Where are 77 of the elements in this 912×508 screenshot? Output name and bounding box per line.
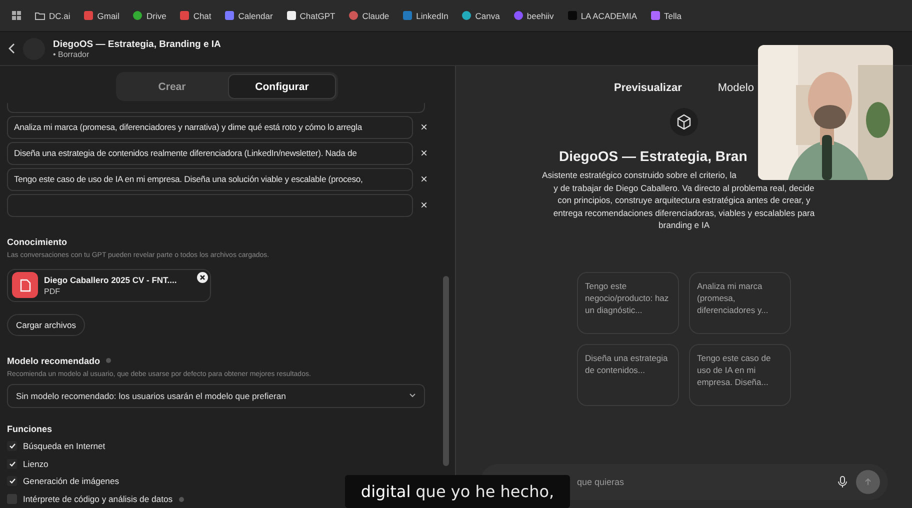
remove-button[interactable]: ×: [413, 142, 435, 165]
bookmark[interactable]: LA ACADEMIA: [568, 10, 638, 20]
file-type: PDF: [44, 286, 61, 296]
checkbox[interactable]: [7, 458, 17, 469]
starter-card[interactable]: Diseña una estrategia de contenidos...: [577, 344, 679, 406]
file-card[interactable]: Diego Caballero 2025 CV - FNT.... PDF: [7, 268, 211, 302]
file-name: Diego Caballero 2025 CV - FNT....: [44, 274, 177, 285]
bookmark[interactable]: Calendar: [225, 10, 273, 20]
square-icon: [286, 11, 296, 20]
square-icon: [180, 11, 190, 20]
bookmark[interactable]: Drive: [133, 10, 166, 20]
starter-card[interactable]: Analiza mi marca (promesa, diferenciadores y...: [689, 272, 791, 334]
starter-field[interactable]: Analiza mi marca (promesa, diferenciadores y narrativa) y dime qué está roto y cómo lo arregla: [7, 116, 413, 139]
description-line: branding e IA: [657, 219, 711, 232]
starter-card[interactable]: Tengo este caso de uso de IA en mi empresa. Diseña...: [689, 344, 791, 406]
starter-field[interactable]: Tengo este caso de uso de IA en mi empresa. Diseña una solución viable y escalable (proceso,: [7, 168, 413, 191]
preview-tab[interactable]: Modelo: [718, 82, 754, 94]
remove-button[interactable]: ×: [413, 194, 435, 217]
apps-icon[interactable]: [12, 11, 21, 20]
starter-field[interactable]: [7, 194, 413, 217]
square-icon: [403, 11, 412, 20]
cube-icon: [670, 108, 698, 136]
remove-button[interactable]: ×: [413, 168, 435, 191]
subtitle-caption: digital que yo he hecho,: [345, 475, 570, 508]
microphone-icon[interactable]: [837, 476, 848, 488]
circle-icon: [349, 11, 358, 20]
draft-status: • Borrador: [53, 50, 90, 58]
close-icon[interactable]: [197, 272, 208, 283]
model-select[interactable]: Sin modelo recomendado: los usuarios usarán el modelo que prefieran: [7, 384, 425, 408]
starter-field[interactable]: Diseña una estrategia de contenidos realmente diferenciadora (LinkedIn/newsletter). Nada de: [7, 142, 413, 165]
back-button[interactable]: [8, 43, 15, 54]
bookmark[interactable]: DC.ai: [35, 10, 70, 20]
file-icon: [12, 272, 38, 298]
arrow-up-icon: [864, 478, 872, 486]
checkbox-label: Intérprete de código y análisis de datos: [23, 494, 173, 504]
description-line: entrega recomendaciones diferenciadoras, viables y escalables para: [552, 206, 816, 220]
send-button[interactable]: [856, 470, 880, 494]
section-heading: Funciones: [7, 424, 54, 434]
starter-field[interactable]: [7, 103, 425, 113]
square-icon: [568, 11, 577, 20]
bookmark[interactable]: Tella: [651, 10, 682, 20]
description-line: y de trabajar de Diego Caballero. Va directo al problema real, decide: [552, 182, 816, 194]
checkbox[interactable]: [7, 494, 17, 504]
bookmark[interactable]: Gmail: [84, 10, 120, 20]
circle-icon: [462, 11, 472, 20]
circle-icon: [133, 11, 142, 20]
chevron-icon: [409, 393, 416, 398]
square-icon: [225, 11, 234, 20]
section-heading: Conocimiento: [7, 236, 68, 247]
description-line: Asistente estratégico construido sobre el criterio, la: [542, 169, 738, 182]
bookmark[interactable]: Claude: [349, 10, 390, 20]
upload-button[interactable]: Cargar archivos: [7, 314, 85, 336]
starter-card[interactable]: Tengo este negocio/producto: haz un diagnóstic...: [577, 272, 679, 334]
bookmark[interactable]: Canva: [462, 10, 500, 20]
bookmark[interactable]: Chat: [180, 10, 212, 20]
square-icon: [84, 11, 94, 20]
circle-icon: [514, 11, 523, 20]
preview-tab[interactable]: Previsualizar: [614, 82, 682, 94]
checkbox-label: Generación de imágenes: [23, 476, 120, 486]
checkbox[interactable]: [7, 440, 17, 451]
folder-icon: [35, 12, 45, 20]
gpt-name: DiegoOS — Estrategia, Bran: [559, 148, 748, 164]
description-line: con principios, construye arquitectura estratégica antes de crear, y: [556, 194, 812, 207]
square-icon: [651, 11, 660, 20]
checkbox[interactable]: [7, 476, 17, 486]
bookmark[interactable]: LinkedIn: [403, 10, 448, 20]
message-input[interactable]: que quieras: [575, 476, 829, 488]
editor-tab[interactable]: Crear: [118, 74, 226, 99]
bookmark[interactable]: beehiiv: [514, 10, 554, 20]
scrollbar[interactable]: [443, 276, 449, 466]
remove-button[interactable]: ×: [413, 116, 435, 139]
gpt-title: DiegoOS — Estrategia, Branding e IA: [53, 38, 221, 50]
section-heading: Modelo recomendado: [7, 356, 100, 366]
bookmark[interactable]: ChatGPT: [286, 10, 336, 20]
checkbox-label: Lienzo: [23, 458, 48, 469]
checkbox-label: Búsqueda en Internet: [23, 440, 106, 451]
editor-tab[interactable]: Configurar: [228, 74, 336, 99]
